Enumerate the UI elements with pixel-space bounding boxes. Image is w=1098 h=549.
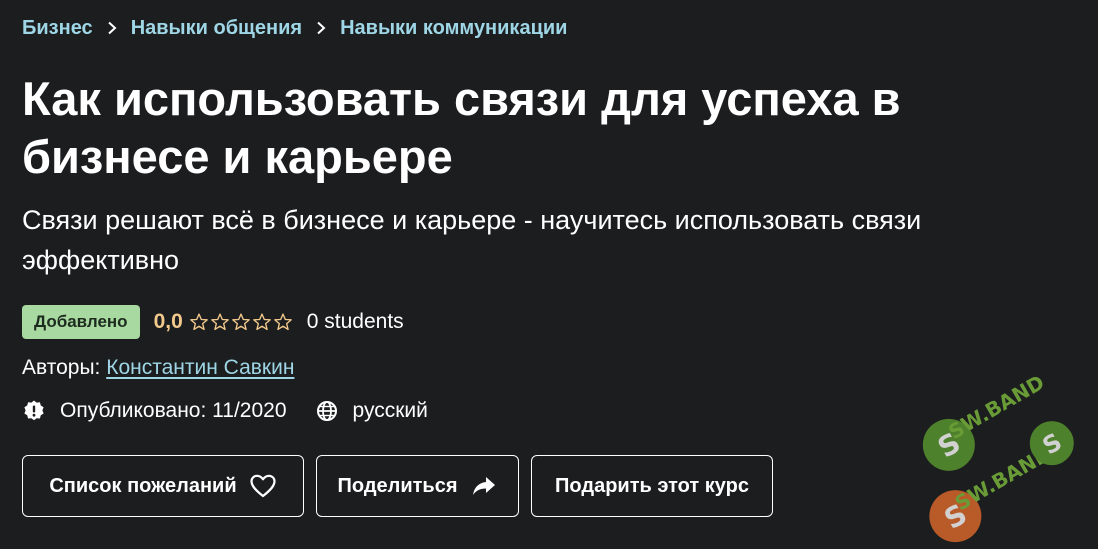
- watermark-logo: S SW.BAND S SW.BAND S: [922, 370, 1074, 543]
- breadcrumb: Бизнес Навыки общения Навыки коммуникаци…: [22, 14, 567, 42]
- course-info: Опубликовано: 11/2020 русский: [22, 397, 428, 425]
- star-outline-icon: [189, 313, 208, 331]
- wishlist-button-label: Список пожеланий: [49, 474, 237, 497]
- published-date: Опубликовано: 11/2020: [60, 399, 287, 422]
- author-link[interactable]: Константин Савкин: [106, 356, 294, 379]
- alert-badge-icon: [22, 399, 46, 423]
- share-button-label: Поделиться: [337, 474, 458, 497]
- chevron-right-icon: [93, 14, 131, 42]
- svg-text:S: S: [939, 497, 973, 536]
- svg-text:S: S: [932, 426, 966, 465]
- breadcrumb-item-business[interactable]: Бизнес: [22, 17, 93, 40]
- gift-course-button-label: Подарить этот курс: [555, 474, 749, 497]
- course-title: Как использовать связи для успеха в бизн…: [22, 72, 901, 183]
- svg-text:SW.BAND: SW.BAND: [944, 370, 1048, 444]
- breadcrumb-item-communication[interactable]: Навыки коммуникации: [340, 17, 567, 40]
- star-outline-icon: [210, 313, 229, 331]
- status-badge: Добавлено: [22, 305, 140, 339]
- star-outline-icon: [231, 313, 250, 331]
- svg-text:SW.BAND: SW.BAND: [951, 441, 1055, 515]
- language: русский: [352, 399, 428, 422]
- published-info: Опубликовано: 11/2020: [22, 399, 287, 423]
- star-outline-icon: [252, 313, 271, 331]
- rating-value: 0,0: [153, 310, 183, 333]
- language-info: русский: [315, 399, 428, 423]
- action-buttons: Список пожеланий Поделиться Подарить это…: [22, 455, 773, 517]
- heart-icon: [249, 472, 277, 500]
- students-count: 0 students: [306, 310, 404, 333]
- course-meta: Добавлено 0,0 0 students: [22, 305, 404, 339]
- globe-icon: [315, 399, 339, 423]
- gift-course-button[interactable]: Подарить этот курс: [531, 455, 773, 517]
- course-subtitle: Связи решают всё в бизнесе и карьере - н…: [22, 205, 922, 275]
- authors-label: Авторы:: [22, 356, 101, 379]
- wishlist-button[interactable]: Список пожеланий: [22, 455, 304, 517]
- authors: Авторы: Константин Савкин: [22, 355, 294, 381]
- chevron-right-icon: [302, 14, 340, 42]
- rating-stars: [189, 312, 293, 332]
- star-outline-icon: [273, 313, 292, 331]
- share-button[interactable]: Поделиться: [316, 455, 519, 517]
- share-arrow-icon: [470, 472, 498, 500]
- breadcrumb-item-communication-skills[interactable]: Навыки общения: [131, 17, 302, 40]
- svg-text:S: S: [1038, 428, 1067, 461]
